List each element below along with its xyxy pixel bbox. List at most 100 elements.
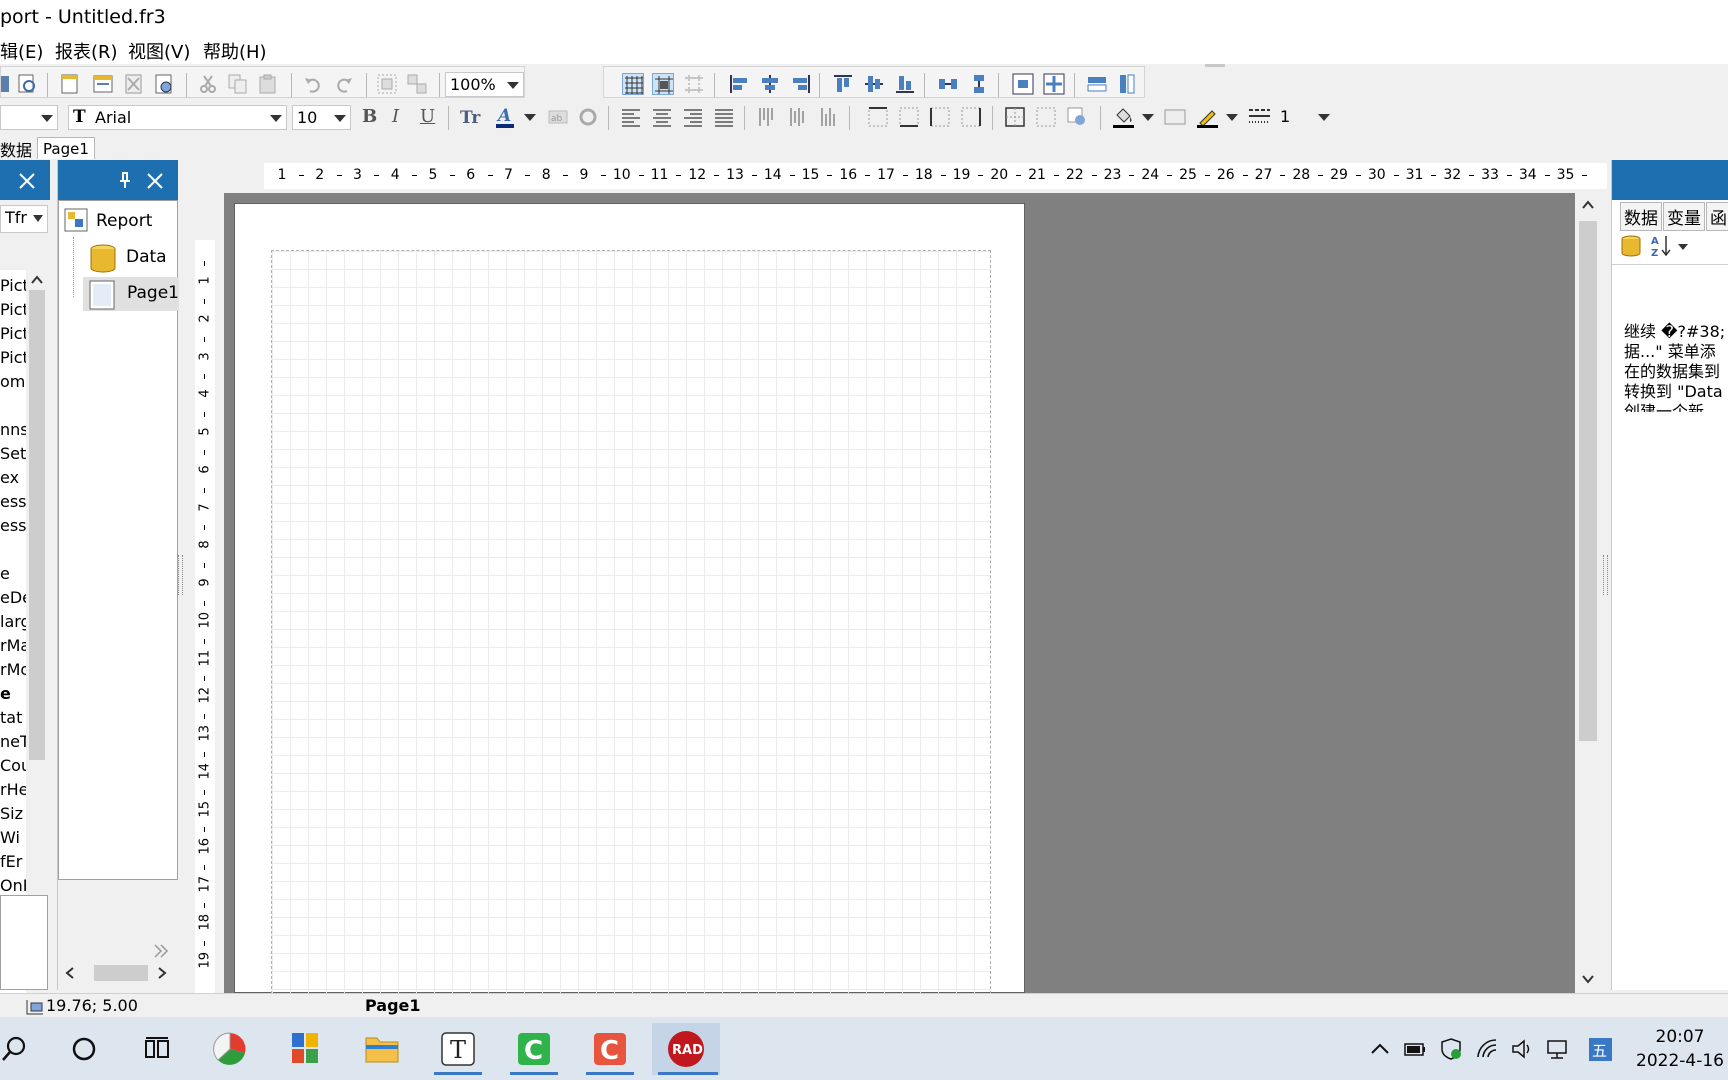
align-center-h-icon[interactable]: [759, 73, 781, 95]
scroll-thumb[interactable]: [94, 965, 148, 981]
tab-variables[interactable]: 变量: [1663, 202, 1705, 231]
close-icon[interactable]: [18, 172, 36, 190]
style-select[interactable]: [0, 105, 58, 130]
property-item[interactable]: rMo: [0, 660, 28, 679]
chevron-up-icon[interactable]: [1368, 1037, 1392, 1061]
workspace-vscrollbar[interactable]: [1575, 193, 1601, 993]
splitter-grip[interactable]: [1603, 555, 1608, 595]
property-item[interactable]: Pict: [0, 324, 28, 343]
frame-left-icon[interactable]: [929, 106, 951, 128]
align-middle-v-icon[interactable]: [863, 73, 885, 95]
rotate-icon[interactable]: [577, 106, 599, 128]
same-height-icon[interactable]: [1116, 73, 1138, 95]
frame-bottom-icon[interactable]: [898, 106, 920, 128]
pin-icon[interactable]: [117, 171, 133, 189]
text-align-left-icon[interactable]: [620, 106, 642, 128]
taskbar-app-green[interactable]: C: [504, 1023, 564, 1075]
fill-color-icon[interactable]: [1112, 106, 1134, 128]
font-settings-icon[interactable]: Tr: [460, 106, 482, 128]
align-top-icon[interactable]: [832, 73, 854, 95]
space-vertical-icon[interactable]: [968, 73, 990, 95]
property-item[interactable]: Siz: [0, 804, 23, 823]
frame-color-icon[interactable]: [1196, 106, 1218, 128]
italic-button[interactable]: I: [392, 106, 399, 127]
property-item[interactable]: Set: [0, 444, 26, 463]
property-item[interactable]: ess: [0, 516, 27, 535]
search-icon[interactable]: [0, 1035, 28, 1063]
chevron-down-icon[interactable]: [1678, 244, 1688, 250]
taskbar-app-typora[interactable]: T: [428, 1023, 488, 1075]
align-to-grid-icon[interactable]: [652, 73, 674, 95]
network-icon[interactable]: [1545, 1037, 1569, 1061]
line-width-select[interactable]: 1: [1276, 105, 1334, 130]
property-item[interactable]: tat: [0, 708, 22, 727]
property-item[interactable]: ex: [0, 468, 19, 487]
align-left-icon[interactable]: [728, 73, 750, 95]
scroll-thumb[interactable]: [29, 290, 45, 760]
property-item[interactable]: Wi: [0, 828, 20, 847]
property-item[interactable]: e: [0, 684, 11, 703]
frame-top-icon[interactable]: [867, 106, 889, 128]
ungroup-icon[interactable]: [406, 73, 428, 95]
zoom-select[interactable]: 100%: [445, 72, 524, 97]
font-size-select[interactable]: 10: [292, 105, 351, 130]
chevron-down-icon[interactable]: [1142, 114, 1154, 121]
frame-all-icon[interactable]: [1004, 106, 1026, 128]
tab-page1[interactable]: Page1: [37, 137, 95, 159]
group-icon[interactable]: [376, 73, 398, 95]
volume-icon[interactable]: [1510, 1037, 1534, 1061]
property-item[interactable]: rMa: [0, 636, 28, 655]
close-icon[interactable]: [146, 172, 164, 190]
input-method-icon[interactable]: 五: [1588, 1037, 1612, 1061]
tab-data-tree[interactable]: 数据: [1620, 202, 1662, 231]
property-item[interactable]: fEr: [0, 852, 22, 871]
design-workspace[interactable]: [224, 193, 1575, 994]
property-item[interactable]: ess: [0, 492, 27, 511]
taskbar-clock[interactable]: 20:07 2022-4-16: [1632, 1025, 1728, 1073]
bold-button[interactable]: B: [362, 106, 377, 127]
menu-view[interactable]: 视图(V): [128, 38, 190, 64]
align-right-icon[interactable]: [790, 73, 812, 95]
frame-style-icon[interactable]: [1248, 106, 1270, 128]
chevron-down-icon[interactable]: [524, 114, 536, 121]
chevron-up-icon[interactable]: [1581, 199, 1595, 211]
text-align-middle-icon[interactable]: [787, 106, 809, 128]
taskbar-app-red[interactable]: C: [580, 1023, 640, 1075]
fill-editor-icon[interactable]: [1164, 106, 1186, 128]
text-justify-icon[interactable]: [713, 106, 735, 128]
undo-icon[interactable]: [302, 73, 324, 95]
property-item[interactable]: e: [0, 564, 10, 583]
security-shield-icon[interactable]: [1439, 1037, 1463, 1061]
tree-node-page1[interactable]: Page1: [83, 277, 179, 311]
menu-report[interactable]: 报表(R): [55, 38, 118, 64]
object-select[interactable]: Tfr: [0, 205, 48, 233]
database-icon[interactable]: [1620, 234, 1642, 258]
preview-icon[interactable]: [17, 73, 39, 95]
frame-right-icon[interactable]: [960, 106, 982, 128]
font-color-icon[interactable]: A: [494, 106, 516, 128]
shadow-icon[interactable]: [1066, 106, 1088, 128]
menu-help[interactable]: 帮助(H): [203, 38, 267, 64]
delete-page-icon[interactable]: [123, 73, 145, 95]
copy-icon[interactable]: [227, 73, 249, 95]
wifi-icon[interactable]: [1475, 1037, 1499, 1061]
chevron-left-icon[interactable]: [64, 966, 76, 980]
highlight-icon[interactable]: ab: [547, 106, 569, 128]
fit-grid-icon[interactable]: [683, 73, 705, 95]
report-page[interactable]: [234, 203, 1025, 994]
frame-none-icon[interactable]: [1035, 106, 1057, 128]
property-item[interactable]: OnP: [0, 876, 28, 895]
new-report-icon[interactable]: [59, 73, 81, 95]
align-bottom-icon[interactable]: [894, 73, 916, 95]
text-align-center-icon[interactable]: [651, 106, 673, 128]
sort-az-icon[interactable]: AZ: [1650, 234, 1674, 258]
text-align-top-icon[interactable]: [756, 106, 778, 128]
underline-button[interactable]: U: [420, 106, 435, 127]
chevron-up-icon[interactable]: [30, 274, 44, 286]
taskbar-app-pie[interactable]: [200, 1023, 260, 1075]
property-item[interactable]: neT: [0, 732, 28, 751]
property-item[interactable]: omN: [0, 372, 28, 391]
tab-functions[interactable]: 函: [1706, 202, 1728, 231]
page-grid[interactable]: [271, 250, 991, 994]
show-grid-icon[interactable]: [622, 73, 644, 95]
